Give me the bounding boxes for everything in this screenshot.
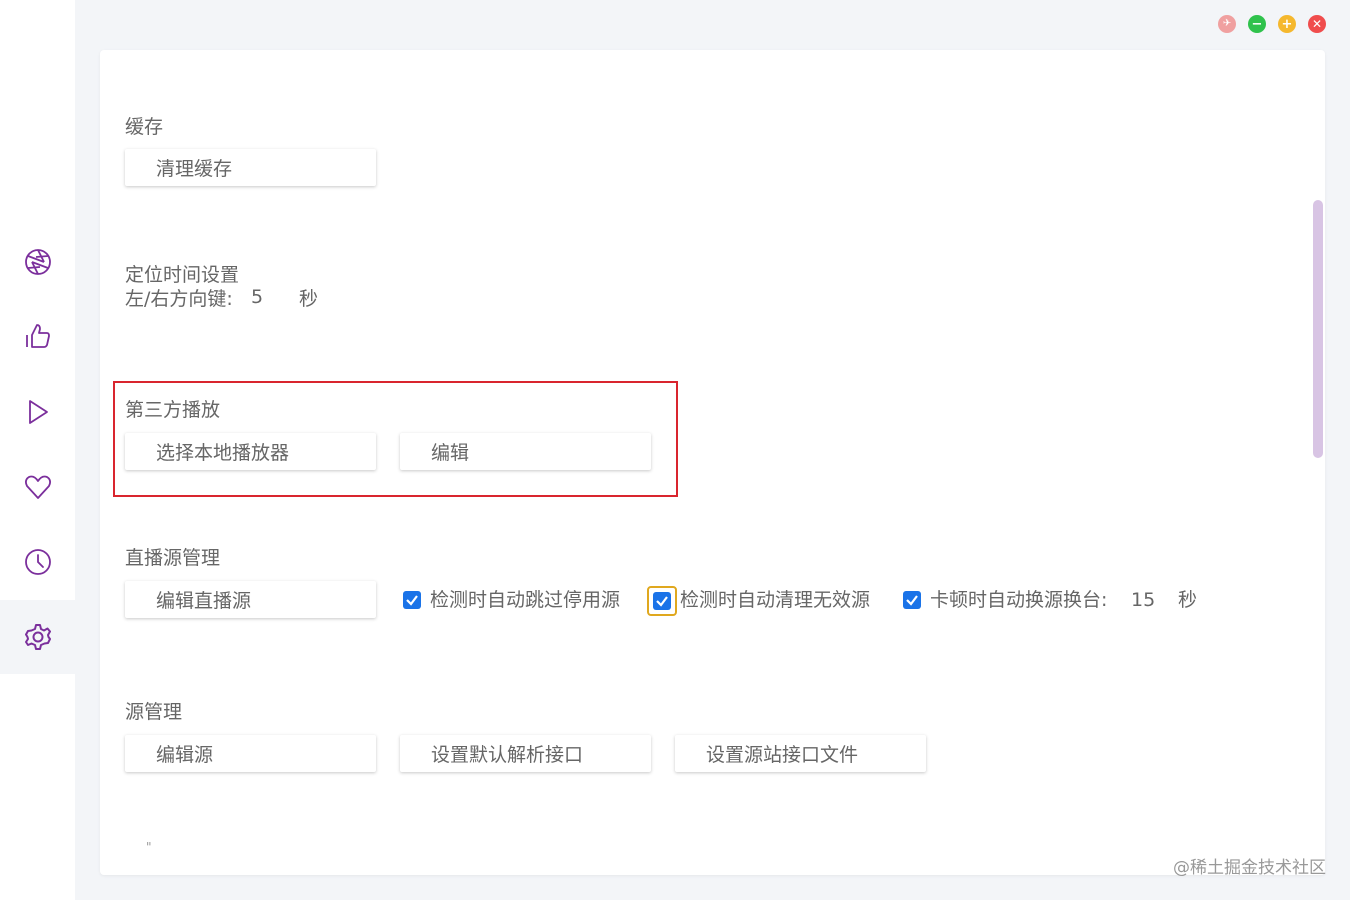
source-title: 源管理: [125, 701, 183, 723]
clean-invalid-checkbox[interactable]: [653, 592, 671, 610]
auto-switch-checkbox[interactable]: [903, 591, 921, 609]
seek-unit: 秒: [299, 288, 319, 310]
sidebar-item-favorites[interactable]: [0, 450, 75, 524]
pin-icon: ✈: [1222, 18, 1232, 29]
cache-title: 缓存: [125, 116, 164, 138]
auto-switch-unit: 秒: [1178, 589, 1198, 611]
select-local-player-button[interactable]: 选择本地播放器: [125, 433, 376, 470]
minimize-icon: −: [1251, 16, 1263, 32]
gear-icon: [24, 624, 51, 650]
sidebar: [0, 0, 75, 900]
settings-panel: 缓存 清理缓存 定位时间设置 左/右方向键: 5 秒 第三方播放 选择本地播放器…: [100, 50, 1325, 875]
checkmark-icon: [406, 595, 418, 606]
auto-switch-label: 卡顿时自动换源换台:: [930, 589, 1108, 611]
aperture-icon: [24, 249, 51, 275]
window-controls: ✈ − + ✕: [1218, 15, 1326, 33]
sidebar-item-settings[interactable]: [0, 600, 75, 674]
auto-switch-value-input[interactable]: 15: [1131, 589, 1155, 611]
sidebar-item-play[interactable]: [0, 375, 75, 449]
play-icon: [28, 400, 48, 424]
clean-invalid-label: 检测时自动清理无效源: [680, 589, 871, 611]
edit-source-button[interactable]: 编辑源: [125, 735, 376, 772]
close-button[interactable]: ✕: [1308, 15, 1326, 33]
sidebar-item-recommend[interactable]: [0, 299, 75, 373]
thumbs-up-icon: [25, 324, 50, 348]
watermark: @稀土掘金技术社区: [1173, 858, 1326, 878]
clear-cache-button[interactable]: 清理缓存: [125, 149, 376, 186]
seek-label: 左/右方向键:: [125, 288, 233, 310]
checkmark-icon: [656, 596, 668, 607]
minimize-button[interactable]: −: [1248, 15, 1266, 33]
heart-icon: [24, 475, 51, 499]
scrollbar-thumb[interactable]: [1313, 200, 1323, 458]
maximize-icon: +: [1281, 16, 1293, 32]
site-file-button[interactable]: 设置源站接口文件: [675, 735, 926, 772]
default-api-button[interactable]: 设置默认解析接口: [400, 735, 651, 772]
sidebar-item-history[interactable]: [0, 525, 75, 599]
cut-off-text: ": [146, 840, 152, 854]
pin-button[interactable]: ✈: [1218, 15, 1236, 33]
checkmark-icon: [906, 595, 918, 606]
close-icon: ✕: [1311, 17, 1323, 31]
edit-player-button[interactable]: 编辑: [400, 433, 651, 470]
maximize-button[interactable]: +: [1278, 15, 1296, 33]
sidebar-item-aperture[interactable]: [0, 225, 75, 299]
seek-title: 定位时间设置: [125, 264, 240, 286]
edit-live-source-button[interactable]: 编辑直播源: [125, 581, 376, 618]
clock-icon: [24, 549, 51, 575]
skip-disabled-checkbox[interactable]: [403, 591, 421, 609]
seek-value-input[interactable]: 5: [251, 286, 263, 308]
third-party-title: 第三方播放: [125, 399, 221, 421]
live-source-title: 直播源管理: [125, 547, 221, 569]
skip-disabled-label: 检测时自动跳过停用源: [430, 589, 621, 611]
